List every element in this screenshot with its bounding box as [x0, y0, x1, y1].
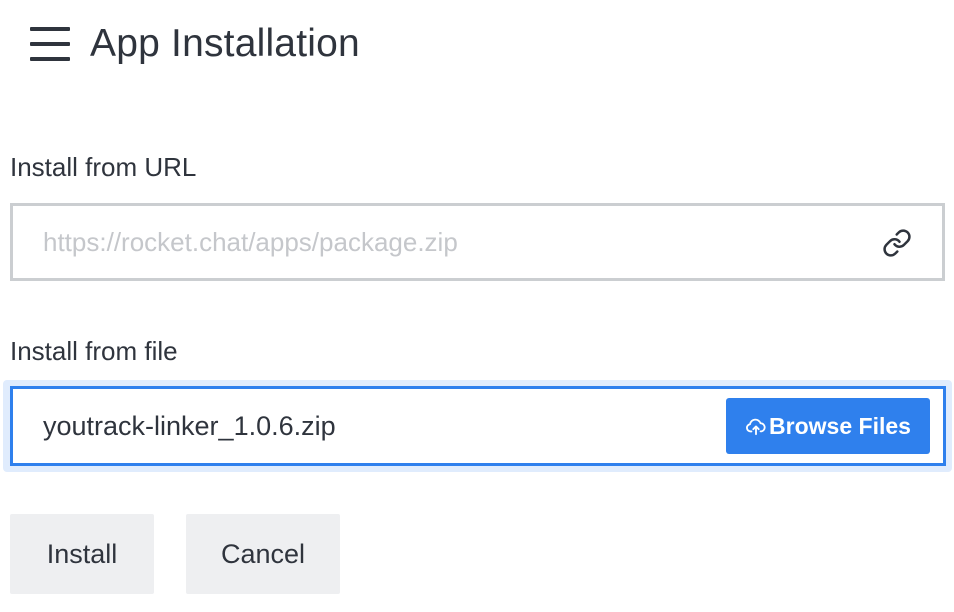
hamburger-bar	[30, 27, 70, 31]
cloud-upload-icon	[746, 418, 766, 436]
hamburger-menu-icon[interactable]	[30, 27, 70, 61]
page-header: App Installation	[30, 18, 360, 70]
hamburger-bar	[30, 42, 70, 46]
install-button[interactable]: Install	[10, 514, 154, 594]
cancel-button[interactable]: Cancel	[186, 514, 340, 594]
browse-files-label: Browse Files	[769, 412, 911, 439]
page-title: App Installation	[90, 22, 360, 65]
url-field-container	[10, 203, 945, 281]
app-installation-page: App Installation Install from URL Instal…	[0, 0, 954, 612]
install-from-file-label: Install from file	[10, 336, 178, 366]
browse-files-button[interactable]: Browse Files	[726, 398, 930, 454]
file-field[interactable]: youtrack-linker_1.0.6.zip Browse Files	[10, 386, 946, 466]
link-icon	[883, 229, 911, 257]
hamburger-bar	[30, 57, 70, 61]
selected-file-name: youtrack-linker_1.0.6.zip	[43, 411, 336, 441]
url-input[interactable]	[43, 206, 863, 278]
install-from-url-label: Install from URL	[10, 152, 197, 182]
